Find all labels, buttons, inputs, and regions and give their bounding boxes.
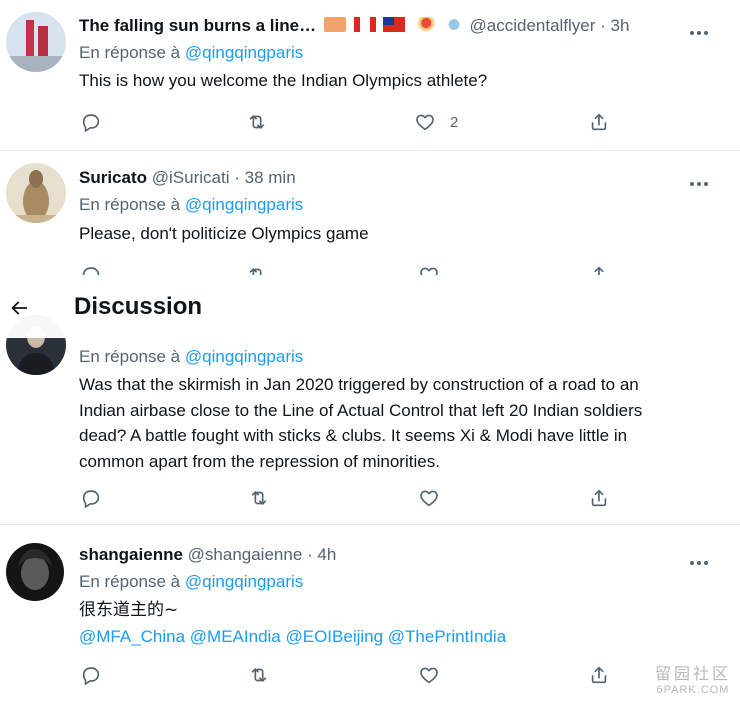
avatar[interactable]: [6, 12, 66, 72]
share-icon: [591, 666, 607, 684]
reply-prefix: En réponse à: [79, 195, 181, 214]
reply-mention-link[interactable]: @qingqingparis: [185, 195, 303, 214]
reply-icon: [82, 114, 100, 132]
mountain-emoji-icon: [323, 17, 346, 32]
tweet-accidentalflyer[interactable]: The falling sun burns a line… @accidenta…: [0, 0, 740, 151]
tweet-text-line: common apart from the repression of mino…: [79, 451, 440, 471]
retweet-icon: [249, 115, 265, 129]
tweet-text: Please, don't politicize Olympics game: [79, 224, 369, 243]
handle[interactable]: @iSuricati: [152, 168, 230, 187]
mention-links[interactable]: @MFA_China @MEAIndia @EOIBeijing @ThePri…: [79, 624, 719, 650]
handle[interactable]: @shangaienne: [188, 545, 303, 564]
reply-button[interactable]: [80, 110, 102, 134]
retweet-button[interactable]: [248, 663, 270, 687]
reply-button[interactable]: [80, 663, 102, 687]
like-count: 2: [450, 113, 459, 131]
reply-mention-link[interactable]: @qingqingparis: [185, 347, 303, 366]
reply-icon: [82, 267, 100, 275]
watermark-line-2: 6PARK.COM: [656, 684, 730, 696]
reply-button[interactable]: [80, 263, 102, 275]
heart-icon: [420, 667, 438, 684]
retweet-icon: [251, 668, 267, 682]
heart-icon: [416, 114, 434, 131]
like-button[interactable]: [418, 486, 440, 510]
avatar[interactable]: [6, 543, 64, 601]
tweet-text-line: dead? A battle fought with sticks & club…: [79, 426, 628, 445]
reply-icon: [82, 490, 100, 508]
watermark: 留园社区 6PARK.COM: [650, 660, 736, 702]
reply-context: En réponse à @qingqingparis: [79, 43, 303, 63]
tweet-header: The falling sun burns a line… @accidenta…: [79, 16, 629, 36]
display-name[interactable]: Suricato: [79, 168, 147, 187]
timestamp[interactable]: · 38 min: [234, 168, 295, 187]
reply-prefix: En réponse à: [79, 43, 181, 62]
arrow-left-icon[interactable]: [8, 297, 30, 319]
reply-prefix: En réponse à: [79, 572, 181, 591]
watermark-line-1: 留园社区: [654, 664, 731, 683]
more-options-icon[interactable]: [690, 173, 714, 189]
tweet-actions: [80, 663, 640, 687]
like-button[interactable]: [418, 263, 440, 275]
retweet-button[interactable]: [246, 263, 268, 275]
timestamp[interactable]: · 3h: [600, 16, 629, 35]
retweet-button[interactable]: [248, 486, 270, 510]
share-button[interactable]: [588, 263, 610, 275]
retweet-icon: [251, 491, 267, 505]
tweet-actions: [80, 486, 640, 510]
tweet-header: Suricato @iSuricati · 38 min: [79, 168, 296, 188]
page-title: Discussion: [74, 293, 203, 320]
tweet-text-line: 很东道主的~: [79, 600, 179, 620]
tweet-text: Was that the skirmish in Jan 2020 trigge…: [79, 372, 719, 474]
reply-mention-link[interactable]: @qingqingparis: [185, 43, 303, 62]
retweet-button[interactable]: [246, 110, 268, 134]
share-button[interactable]: [588, 486, 610, 510]
airplane-emoji-icon: [442, 17, 465, 32]
reply-prefix: En réponse à: [79, 347, 181, 366]
tweet-header: shangaienne @shangaienne · 4h: [79, 545, 336, 565]
timestamp[interactable]: · 4h: [307, 545, 336, 564]
like-button[interactable]: 2: [414, 110, 458, 134]
tweet-actions: [80, 263, 640, 275]
tweet-actions: 2: [80, 110, 640, 134]
like-button[interactable]: [418, 663, 440, 687]
rocket-emoji-icon: [413, 17, 436, 32]
tweet-text-line: Was that the skirmish in Jan 2020 trigge…: [79, 375, 639, 394]
reply-context: En réponse à @qingqingparis: [79, 195, 303, 215]
tweet-isuricati[interactable]: Suricato @iSuricati · 38 min En réponse …: [0, 151, 740, 278]
reply-icon: [82, 667, 100, 685]
display-name[interactable]: shangaienne: [79, 545, 183, 564]
tweet-text-line: Indian airbase close to the Line of Actu…: [79, 400, 643, 420]
reply-context: En réponse à @qingqingparis: [79, 572, 303, 592]
reply-button[interactable]: [80, 486, 102, 510]
share-icon: [591, 113, 607, 131]
more-options-icon[interactable]: [690, 22, 714, 38]
heart-icon: [420, 267, 438, 275]
share-icon: [594, 266, 604, 275]
more-options-icon[interactable]: [690, 552, 714, 568]
share-button[interactable]: [588, 110, 610, 134]
reply-mention-link[interactable]: @qingqingparis: [185, 572, 303, 591]
reply-context: En réponse à @qingqingparis: [79, 347, 303, 367]
tweet-shangaienne[interactable]: shangaienne @shangaienne · 4h En réponse…: [0, 525, 740, 705]
taiwan-flag-icon: [383, 17, 406, 32]
retweet-icon: [249, 268, 262, 275]
avatar[interactable]: [6, 163, 66, 223]
canada-flag-icon: [353, 17, 376, 32]
tweet-text: 很东道主的~ @MFA_China @MEAIndia @EOIBeijing …: [79, 598, 719, 649]
share-icon: [591, 489, 607, 507]
display-name[interactable]: The falling sun burns a line…: [79, 16, 316, 35]
heart-icon: [420, 490, 438, 507]
handle[interactable]: @accidentalflyer: [470, 16, 596, 35]
share-button[interactable]: [588, 663, 610, 687]
tweet-text: This is how you welcome the Indian Olymp…: [79, 71, 488, 90]
